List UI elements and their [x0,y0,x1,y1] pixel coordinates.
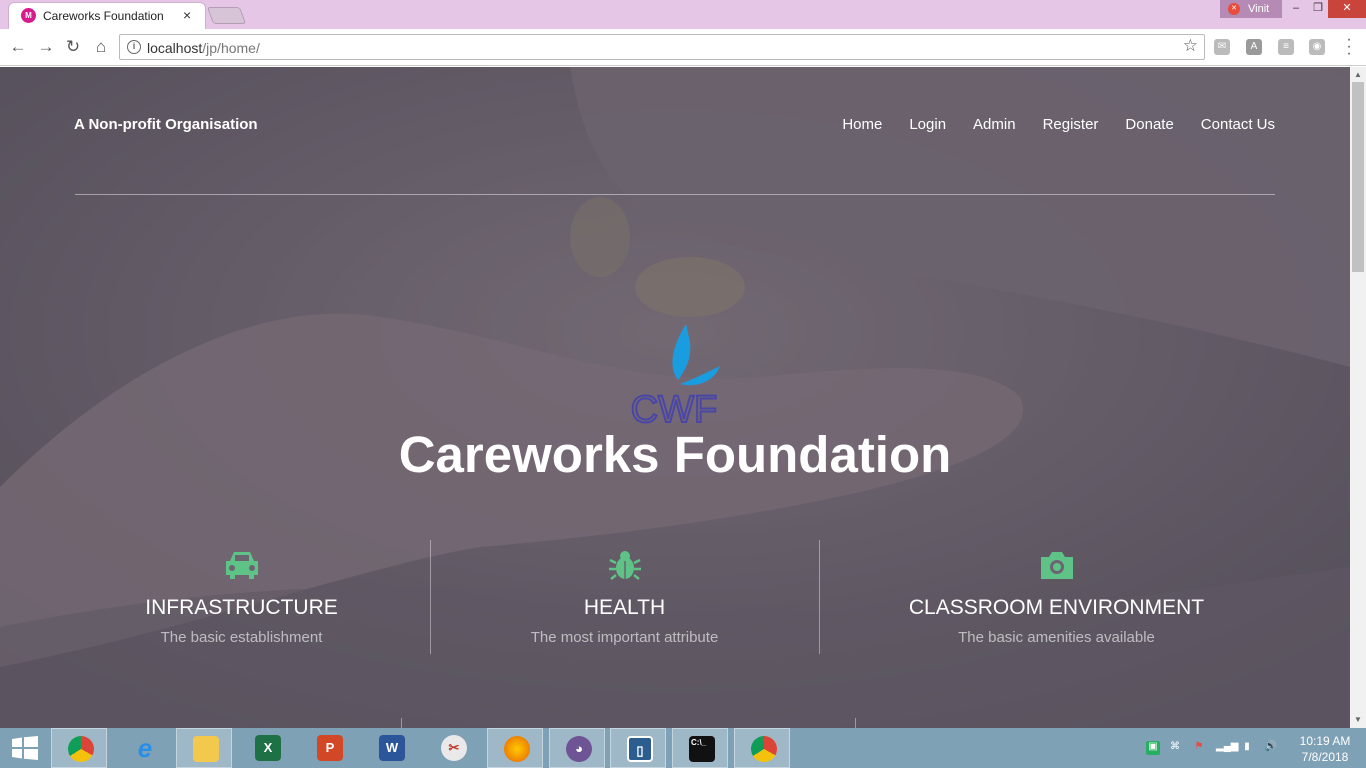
nav-login[interactable]: Login [909,116,946,133]
feature-title: INFRASTRUCTURE [145,596,338,619]
tray-network-icon[interactable]: ⌘ [1168,741,1182,755]
start-button[interactable] [0,728,50,768]
tray-battery-icon[interactable]: ▮ [1240,741,1254,755]
extension-stack-icon[interactable]: ≡ [1278,39,1294,55]
scissors-icon: ✂ [441,735,467,761]
minimize-icon[interactable]: – [1284,0,1308,18]
taskbar-excel[interactable]: X [239,728,295,768]
internet-explorer-icon: e [137,733,153,763]
browser-tab[interactable]: M Careworks Foundation × [8,2,206,29]
folder-icon [193,736,219,762]
nav-register[interactable]: Register [1043,116,1099,133]
logo-text: CWF [631,389,718,427]
nav-donate[interactable]: Donate [1125,116,1173,133]
tab-title: Careworks Foundation [43,9,164,23]
word-icon: W [379,735,405,761]
feature-infrastructure: INFRASTRUCTURE The basic establishment [47,547,436,646]
site-info-icon[interactable]: i [127,40,141,54]
extension-a-icon[interactable]: A [1246,39,1262,55]
browser-menu-icon[interactable]: · · · [1344,32,1354,62]
feature-classroom-environment: CLASSROOM ENVIRONMENT The basic amenitie… [862,547,1251,646]
feature-subtitle: The basic establishment [160,629,323,646]
taskbar-github[interactable]: ◕ [549,728,605,768]
new-tab-button[interactable] [206,7,247,24]
browser-toolbar: ← → ↻ ⌂ i localhost/jp/home/ ☆ ✉ A ≡ ◉ ·… [0,29,1366,66]
scrollbar-thumb[interactable] [1352,82,1364,272]
webpage: A Non-profit Organisation Home Login Adm… [0,67,1350,728]
taskbar-internet-explorer[interactable]: e [116,728,172,768]
home-icon[interactable]: ⌂ [91,37,111,57]
profile-button[interactable]: ✕ Vinit [1220,0,1282,18]
bookmark-star-icon[interactable]: ☆ [1183,36,1198,56]
firefox-icon [504,736,530,762]
car-icon [225,552,258,579]
windows-taskbar: e X P W ✂ ◕ ▯ C:\_ ▣ ⌘ ⚑ ▂▄▆ ▮ 🔊 10:19 A… [0,728,1366,768]
extension-eye-icon[interactable]: ◉ [1309,39,1325,55]
reload-icon[interactable]: ↻ [63,37,83,57]
header-divider [75,194,1275,195]
taskbar-remote-app[interactable]: ▯ [610,728,666,768]
section-divider [401,718,402,728]
github-icon: ◕ [566,736,592,762]
address-bar[interactable]: i localhost/jp/home/ ☆ [119,34,1205,60]
tab-favicon-icon: M [21,8,36,23]
url-host: localhost [147,40,203,56]
taskbar-file-explorer[interactable] [176,728,232,768]
remote-app-icon: ▯ [627,736,653,762]
bug-icon [608,551,641,580]
command-prompt-icon: C:\_ [689,736,715,762]
taskbar-powerpoint[interactable]: P [301,728,357,768]
clock-time[interactable]: 10:19 AM [1297,734,1353,748]
taskbar-snipping-tool[interactable]: ✂ [425,728,481,768]
tab-close-icon[interactable]: × [183,7,191,23]
taskbar-firefox[interactable] [487,728,543,768]
profile-icon: ✕ [1228,3,1240,15]
feature-subtitle: The basic amenities available [958,629,1155,646]
brand-tagline[interactable]: A Non-profit Organisation [74,116,258,133]
cwf-logo: CWF [630,324,720,427]
feature-title: CLASSROOM ENVIRONMENT [908,596,1205,619]
url-path: /jp/home/ [202,40,260,56]
back-icon[interactable]: ← [8,37,28,57]
nav-contact-us[interactable]: Contact Us [1201,116,1275,133]
page-scrollbar[interactable]: ▲ ▼ [1350,67,1366,728]
url-text: localhost/jp/home/ [147,40,260,56]
nav-home[interactable]: Home [842,116,882,133]
forward-icon[interactable]: → [36,37,56,57]
camera-icon [1040,552,1073,579]
scroll-up-icon[interactable]: ▲ [1354,70,1362,79]
nav-admin[interactable]: Admin [973,116,1016,133]
taskbar-chrome-2[interactable] [734,728,790,768]
extension-mail-icon[interactable]: ✉ [1214,39,1230,55]
browser-title-bar: M Careworks Foundation × ✕ Vinit – ❐ ✕ [0,0,1366,29]
restore-icon[interactable]: ❐ [1306,0,1330,18]
excel-icon: X [255,735,281,761]
section-divider [855,718,856,728]
taskbar-command-prompt[interactable]: C:\_ [672,728,728,768]
site-title: Careworks Foundation [398,426,952,483]
feature-subtitle: The most important attribute [530,629,719,646]
taskbar-chrome[interactable] [51,728,107,768]
profile-name: Vinit [1248,3,1270,15]
tray-app-icon[interactable]: ▣ [1146,741,1160,755]
taskbar-word[interactable]: W [363,728,419,768]
main-nav: Home Login Admin Register Donate Contact… [842,116,1275,133]
tray-signal-icon[interactable]: ▂▄▆ [1216,741,1238,755]
chrome-icon [68,736,94,762]
close-window-icon[interactable]: ✕ [1328,0,1366,18]
tray-volume-icon[interactable]: 🔊 [1264,741,1278,755]
feature-title: HEALTH [583,596,666,619]
chrome-icon [751,736,777,762]
feature-health: HEALTH The most important attribute [430,547,819,646]
clock-date[interactable]: 7/8/2018 [1297,750,1353,764]
feature-divider [819,540,820,654]
powerpoint-icon: P [317,735,343,761]
tray-flag-icon[interactable]: ⚑ [1192,741,1206,755]
scroll-down-icon[interactable]: ▼ [1354,715,1362,724]
windows-logo-icon [12,736,38,760]
